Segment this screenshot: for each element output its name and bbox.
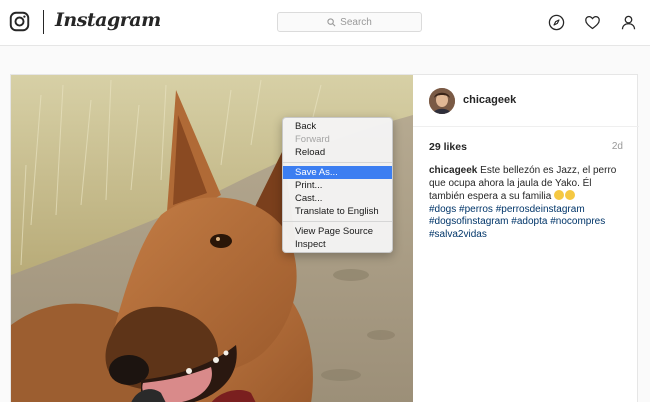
instagram-wordmark[interactable]: Instagram [55,9,161,31]
menu-item-forward: Forward [295,134,330,145]
menu-item-inspect[interactable]: Inspect [283,238,392,251]
menu-item-reload[interactable]: Reload [283,146,392,159]
user-icon[interactable] [620,14,637,31]
menu-item-cast[interactable]: Cast... [283,192,392,205]
logo-divider [43,10,44,34]
instagram-camera-icon[interactable] [9,11,30,32]
emoji-heart-eyes-icon [565,190,576,200]
avatar[interactable] [429,88,455,114]
menu-separator [283,162,392,163]
caption-hashtags[interactable]: #dogs #perros #perrosdeinstagram #dogsof… [429,204,605,240]
heart-icon[interactable] [584,14,601,31]
compass-icon[interactable] [548,14,565,31]
menu-separator [283,221,392,222]
search-icon [327,17,336,26]
likes-count[interactable]: 29 likes [429,141,467,153]
post-author[interactable]: chicageek [463,94,516,106]
menu-item-save-as[interactable]: Save As... [283,166,392,179]
menu-item-back[interactable]: Back [283,120,392,133]
post-header: chicageek [413,75,639,127]
post-details: chicageek 29 likes 2d chicageek Este bel… [413,75,639,402]
menu-item-print[interactable]: Print... [283,179,392,192]
search-placeholder: Search [340,16,372,28]
post-age[interactable]: 2d [612,141,623,152]
menu-item-translate-to-english[interactable]: Translate to English [283,205,392,218]
search-input[interactable]: Search [277,12,422,32]
top-nav: Instagram Search [0,0,650,46]
menu-item-view-page-source[interactable]: View Page Source [283,225,392,238]
post-caption: chicageek Este bellezón es Jazz, el perr… [429,165,629,241]
avatar-image [429,88,455,114]
caption-username[interactable]: chicageek [429,165,477,176]
emoji-smiling-icon [554,190,565,200]
context-menu: Back Forward Reload Save As... Print... Cast.… [282,117,393,253]
